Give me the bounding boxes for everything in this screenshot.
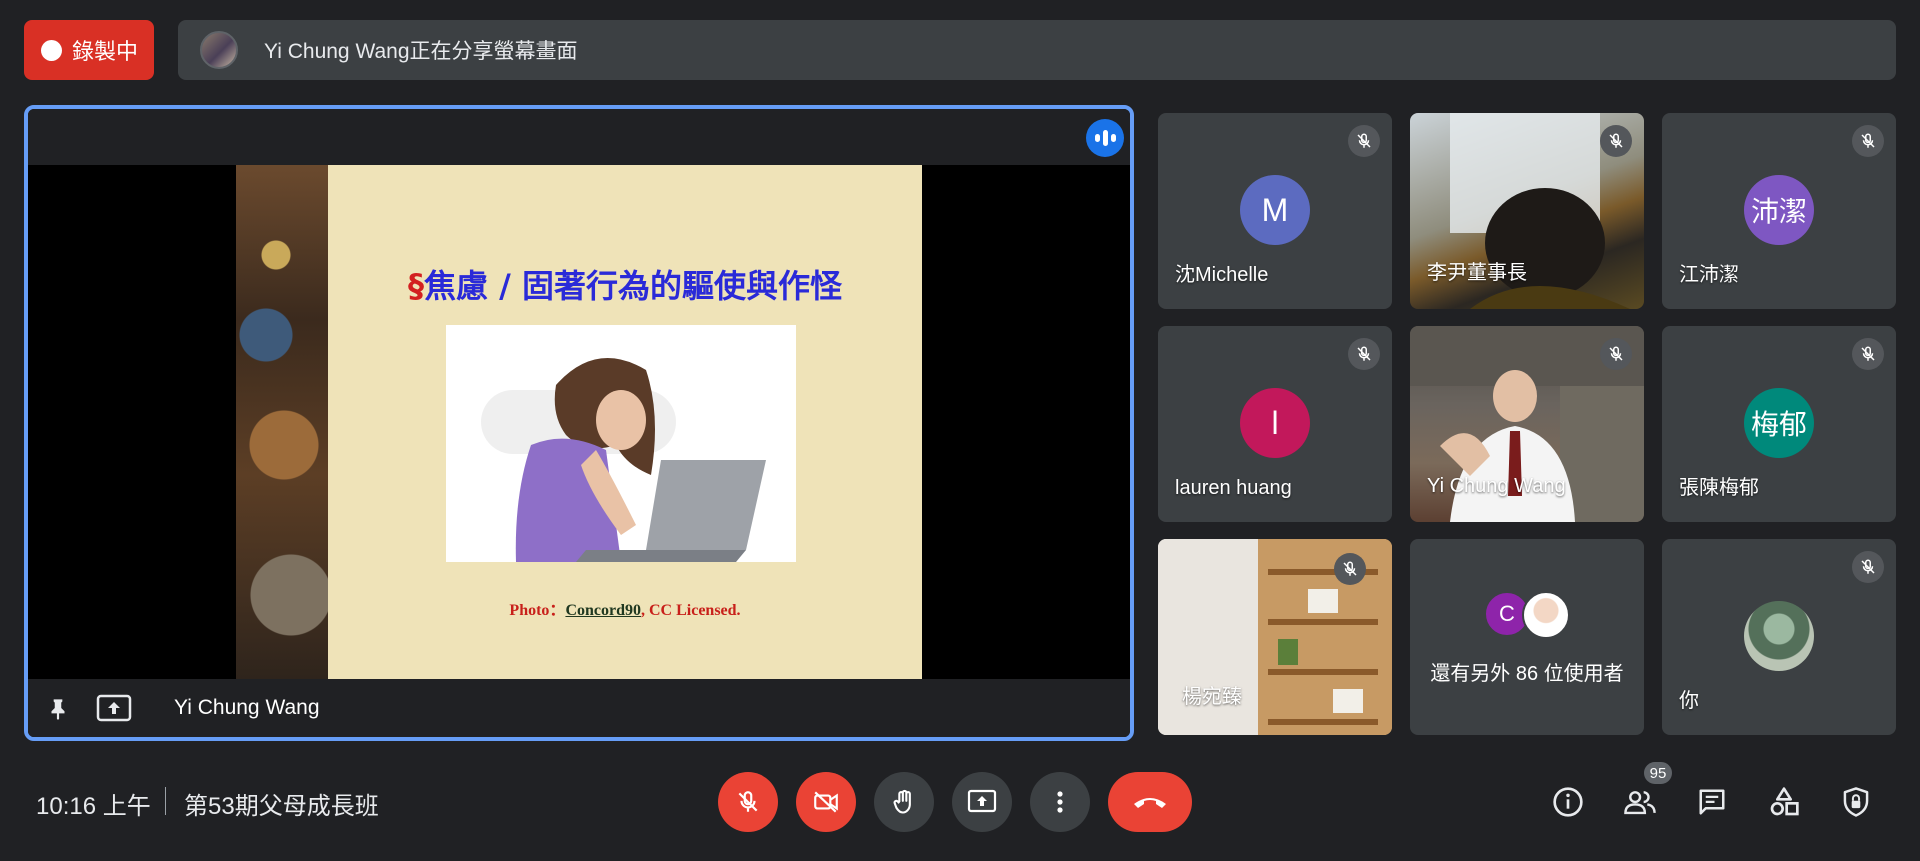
participant-name: Yi Chung Wang <box>1427 475 1566 497</box>
participant-tile[interactable]: 楊宛臻 <box>1158 539 1392 735</box>
host-controls-button[interactable] <box>1834 780 1878 824</box>
call-end-icon <box>1134 798 1166 808</box>
participant-tile[interactable]: Yi Chung Wang <box>1410 326 1644 522</box>
mic-off-icon <box>738 791 758 812</box>
mic-off-icon <box>1852 338 1884 370</box>
slide-caption: Photo：Concord90, CC Licensed. <box>509 602 741 619</box>
participant-name: 楊宛臻 <box>1182 686 1242 708</box>
present-icon <box>967 789 997 813</box>
mic-off-icon <box>1600 338 1632 370</box>
meeting-title: 第53期父母成長班 <box>184 793 379 820</box>
participant-name: lauren huang <box>1175 477 1292 499</box>
avatar <box>1522 591 1570 639</box>
participant-tile[interactable]: M 沈Michelle <box>1158 113 1392 309</box>
microphone-toggle-button[interactable] <box>718 772 778 832</box>
self-tile[interactable]: 你 <box>1662 539 1896 735</box>
participant-name: 你 <box>1679 690 1699 712</box>
people-count-badge: 95 <box>1642 760 1674 786</box>
meeting-details-button[interactable] <box>1546 780 1590 824</box>
leave-call-button[interactable] <box>1108 772 1192 832</box>
people-icon <box>1624 791 1656 815</box>
info-icon <box>1553 787 1583 817</box>
raise-hand-button[interactable] <box>874 772 934 832</box>
mic-off-icon <box>1852 551 1884 583</box>
record-dot-icon <box>41 39 62 61</box>
participant-name: 李尹董事長 <box>1427 262 1527 284</box>
mic-off-icon <box>1600 125 1632 157</box>
participant-name: 沈Michelle <box>1175 264 1269 286</box>
speaking-indicator-icon <box>1086 119 1124 157</box>
presentation-tile[interactable]: §焦慮 / 固著行為的驅使與作怪 Photo：Concord90, CC Lic… <box>24 105 1134 741</box>
more-participants-label: 還有另外 86 位使用者 <box>1430 663 1624 685</box>
mic-off-icon <box>1852 125 1884 157</box>
chat-icon <box>1699 789 1725 815</box>
avatar: l <box>1240 388 1310 458</box>
avatar: 沛潔 <box>1744 175 1814 245</box>
meeting-time: 10:16 上午 <box>36 793 151 820</box>
presentation-top-strip <box>28 109 1130 165</box>
participant-tile[interactable]: 李尹董事長 <box>1410 113 1644 309</box>
participant-tile[interactable]: l lauren huang <box>1158 326 1392 522</box>
participant-tile[interactable]: 梅郁 張陳梅郁 <box>1662 326 1896 522</box>
activities-button[interactable] <box>1762 780 1806 824</box>
recording-indicator[interactable]: 錄製中 <box>24 20 154 80</box>
slide-photo <box>446 325 796 562</box>
mic-off-icon <box>1334 553 1366 585</box>
mic-off-icon <box>1348 338 1380 370</box>
recording-label: 錄製中 <box>72 39 139 64</box>
pin-icon[interactable] <box>40 690 76 726</box>
more-vert-icon <box>1057 791 1063 813</box>
slide-title: §焦慮 / 固著行為的驅使與作怪 <box>408 267 842 305</box>
presenter-avatar <box>200 31 238 69</box>
camera-toggle-button[interactable] <box>796 772 856 832</box>
presenter-name-label: Yi Chung Wang <box>174 696 320 719</box>
present-to-all-icon <box>96 690 132 726</box>
hand-icon <box>893 789 911 814</box>
share-banner-text: Yi Chung Wang正在分享螢幕畫面 <box>264 40 578 63</box>
avatar <box>1744 601 1814 671</box>
videocam-off-icon <box>814 791 838 813</box>
present-now-button[interactable] <box>952 772 1012 832</box>
participant-name: 江沛潔 <box>1679 264 1739 286</box>
shared-slide: §焦慮 / 固著行為的驅使與作怪 Photo：Concord90, CC Lic… <box>236 165 922 681</box>
participant-name: 張陳梅郁 <box>1679 477 1759 499</box>
more-participants-tile[interactable]: C 還有另外 86 位使用者 <box>1410 539 1644 735</box>
divider <box>165 787 166 815</box>
participant-tile[interactable]: 沛潔 江沛潔 <box>1662 113 1896 309</box>
people-button[interactable] <box>1618 780 1662 824</box>
chat-button[interactable] <box>1690 780 1734 824</box>
more-participants-avatars: C <box>1484 591 1574 639</box>
mic-off-icon <box>1348 125 1380 157</box>
avatar: 梅郁 <box>1744 388 1814 458</box>
presentation-label-bar: Yi Chung Wang <box>28 679 1130 737</box>
activities-icon <box>1770 787 1799 816</box>
shield-lock-icon <box>1843 787 1869 817</box>
screen-share-banner: Yi Chung Wang正在分享螢幕畫面 <box>178 20 1896 80</box>
avatar: M <box>1240 175 1310 245</box>
more-options-button[interactable] <box>1030 772 1090 832</box>
